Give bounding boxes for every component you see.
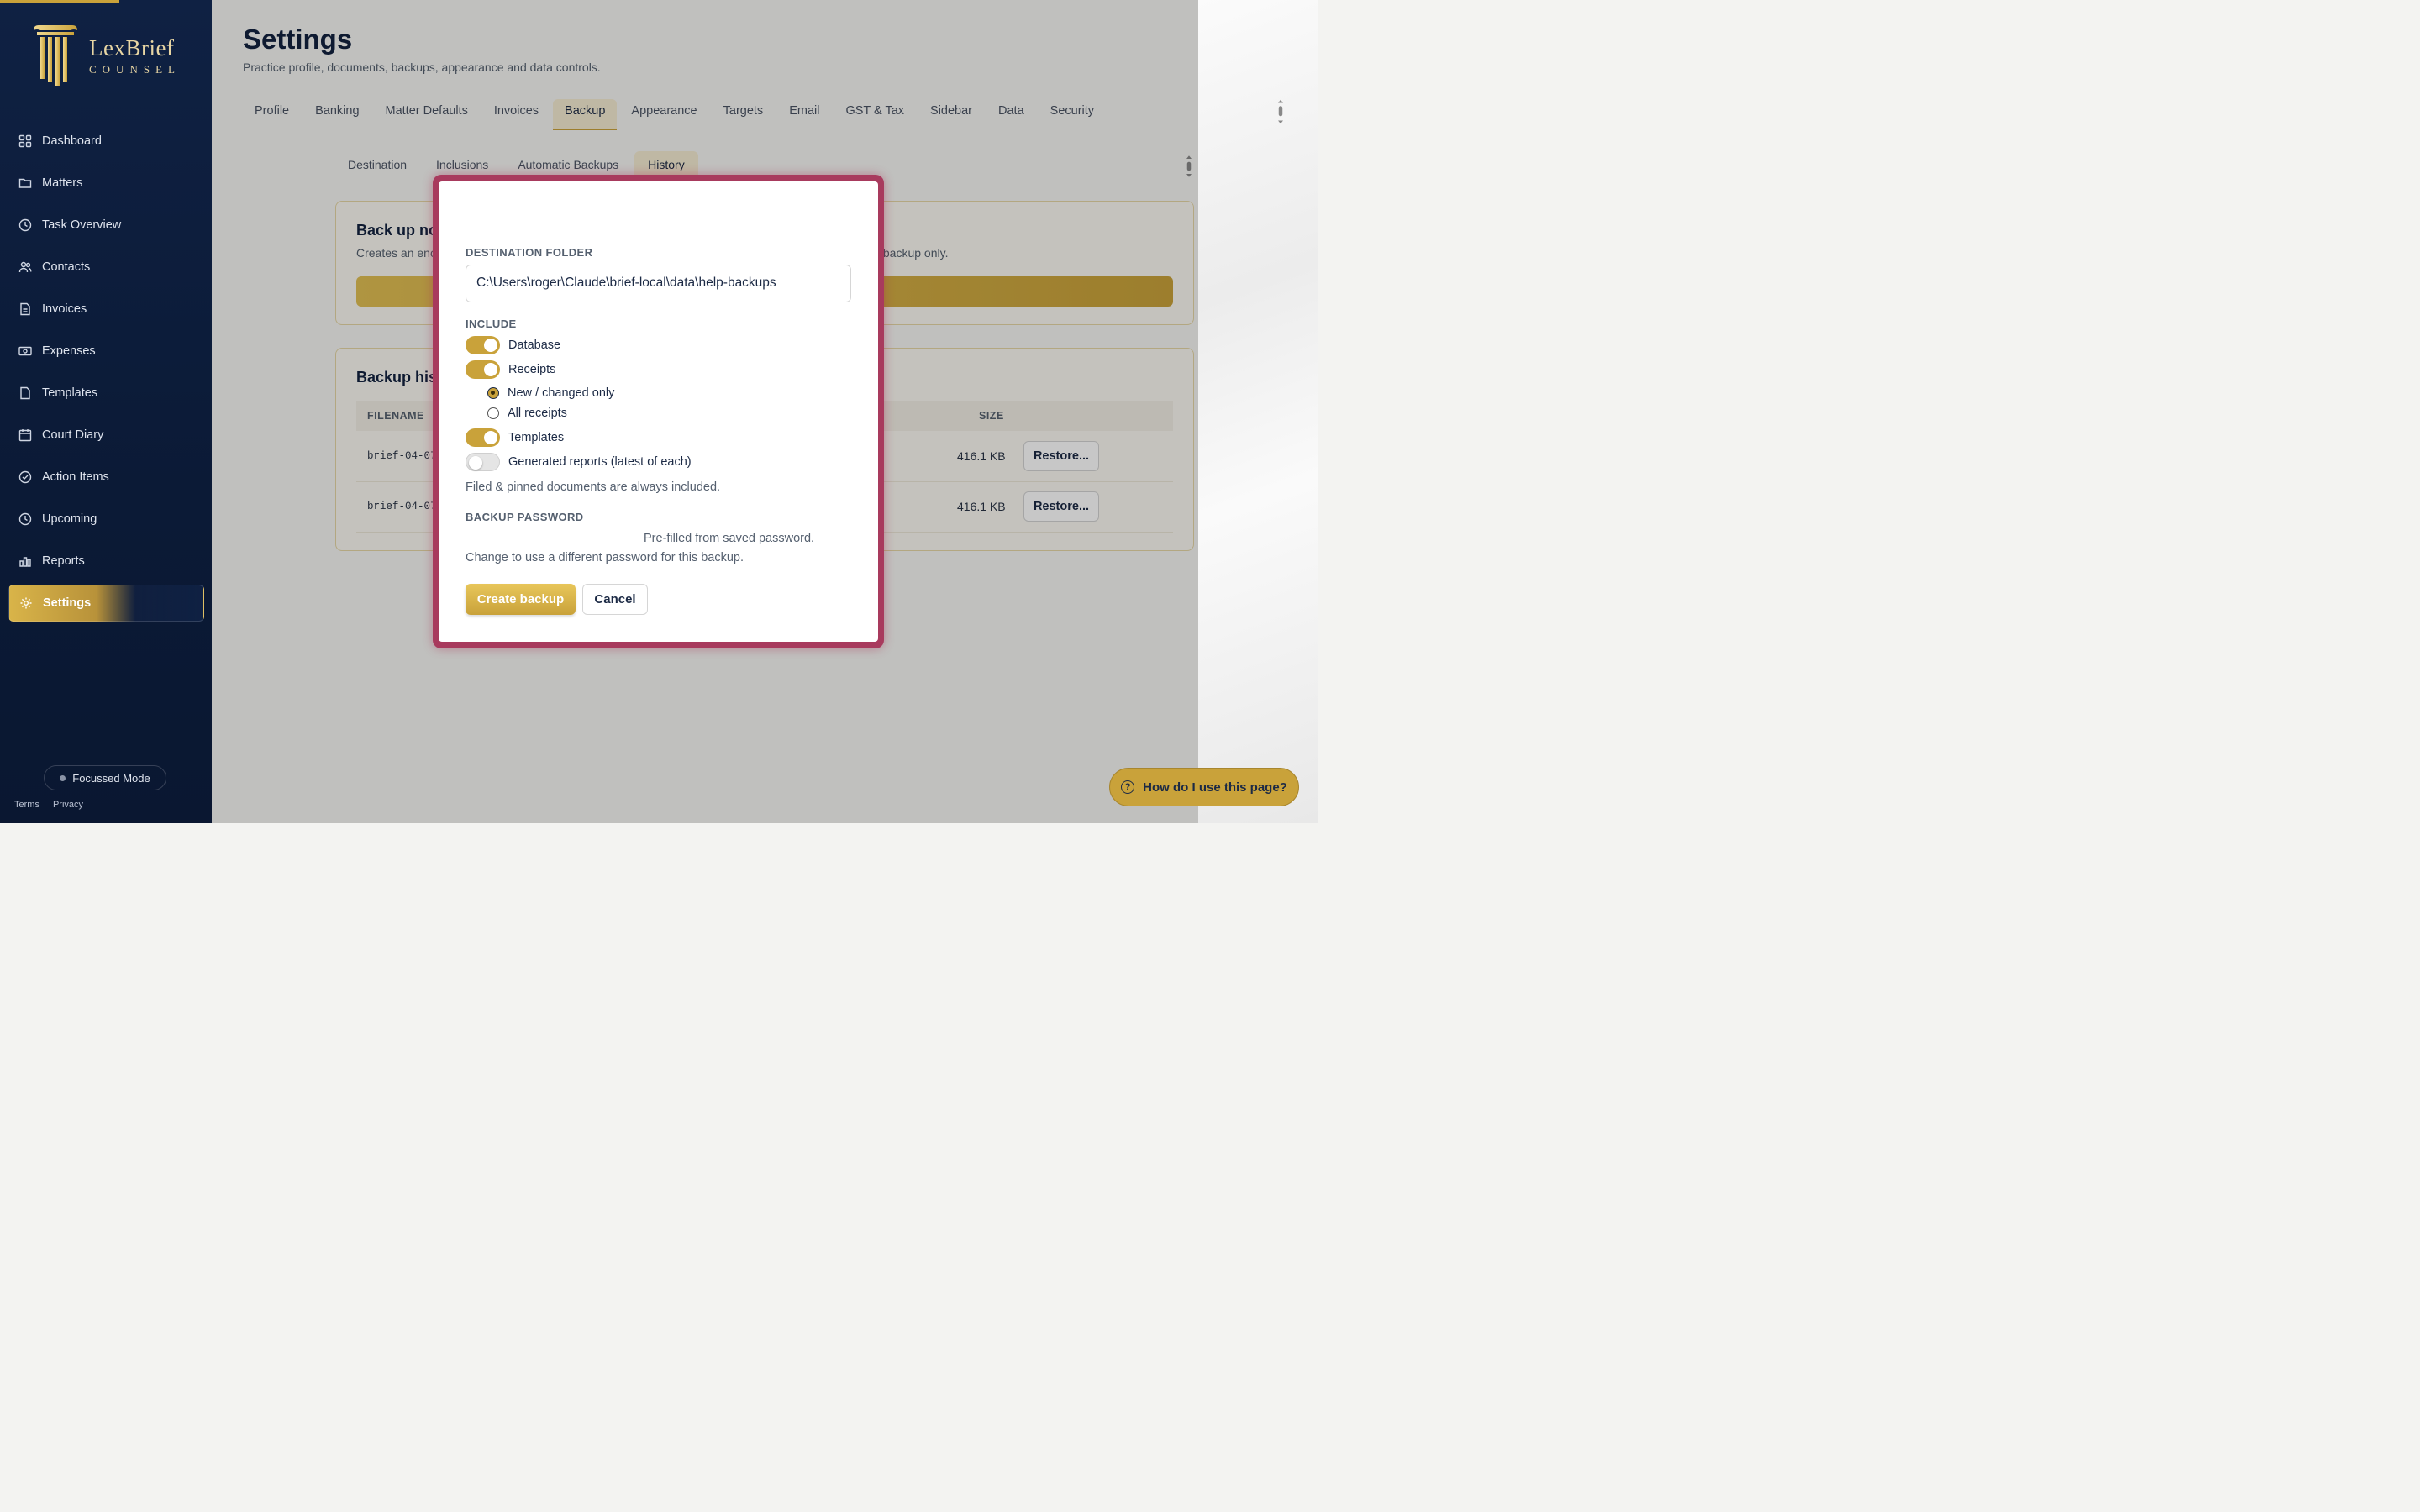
radio-label: New / changed only [508, 386, 615, 400]
pillar-logo-icon [34, 25, 77, 86]
backup-password-label: BACKUP PASSWORD [466, 511, 584, 523]
templates-label: Templates [508, 431, 565, 444]
help-button[interactable]: ? How do I use this page? [1109, 768, 1299, 806]
bar-chart-icon [19, 557, 31, 567]
destination-folder-label: DESTINATION FOLDER [466, 246, 593, 259]
sidebar-item-action-items[interactable]: Action Items [8, 459, 204, 496]
include-label: INCLUDE [466, 318, 517, 330]
sidebar-item-dashboard[interactable]: Dashboard [8, 123, 204, 160]
sidebar-item-task-overview[interactable]: Task Overview [8, 207, 204, 244]
check-circle-icon [18, 470, 32, 484]
radio-label: All receipts [508, 407, 567, 420]
sidebar-item-court-diary[interactable]: Court Diary [8, 417, 204, 454]
include-reports-row: Generated reports (latest of each) [466, 453, 692, 471]
people-icon [18, 261, 32, 273]
sidebar-item-label: Expenses [42, 344, 96, 358]
sidebar-item-invoices[interactable]: Invoices [8, 291, 204, 328]
calendar-icon [18, 429, 32, 442]
templates-toggle[interactable] [466, 428, 500, 447]
status-dot-icon [60, 774, 66, 781]
sidebar-item-label: Upcoming [42, 512, 97, 526]
receipts-all-option[interactable]: All receipts [487, 407, 567, 420]
include-receipts-row: Receipts [466, 360, 555, 379]
include-database-row: Database [466, 336, 560, 354]
sidebar-item-expenses[interactable]: Expenses [8, 333, 204, 370]
file-icon [20, 386, 30, 400]
receipts-new-changed-option[interactable]: New / changed only [487, 386, 614, 400]
document-icon [20, 302, 30, 316]
generated-reports-label: Generated reports (latest of each) [508, 455, 692, 469]
sidebar-item-label: Reports [42, 554, 85, 568]
sidebar-item-settings[interactable]: Settings [8, 585, 204, 622]
sidebar-top-accent [0, 0, 119, 3]
brand-name: LexBrief [89, 34, 175, 60]
sidebar-item-label: Templates [42, 386, 98, 400]
gear-icon [20, 597, 32, 609]
password-note: Change to use a different password for t… [466, 551, 744, 564]
clock-icon [18, 512, 32, 526]
sidebar-item-upcoming[interactable]: Upcoming [8, 501, 204, 538]
clock-icon [18, 218, 32, 232]
focus-mode-toggle[interactable]: Focussed Mode [44, 765, 166, 790]
sidebar-item-contacts[interactable]: Contacts [8, 249, 204, 286]
receipts-label: Receipts [508, 363, 556, 376]
cash-icon [18, 346, 32, 356]
sidebar-item-templates[interactable]: Templates [8, 375, 204, 412]
sidebar-item-label: Court Diary [42, 428, 104, 442]
radio-selected-icon[interactable] [487, 387, 499, 399]
radio-unselected-icon[interactable] [487, 407, 499, 419]
cancel-button[interactable]: Cancel [582, 584, 648, 615]
footer-links: Terms Privacy [14, 800, 83, 810]
focus-mode-label: Focussed Mode [72, 771, 150, 785]
password-hint: Pre-filled from saved password. [644, 532, 815, 545]
sidebar-item-label: Invoices [42, 302, 87, 316]
brand-logo[interactable]: LexBrief COUNSEL [32, 24, 181, 87]
sidebar-item-matters[interactable]: Matters [8, 165, 204, 202]
include-note: Filed & pinned documents are always incl… [466, 480, 721, 494]
tabs-scroll-handle-icon[interactable] [1278, 96, 1283, 128]
sidebar-item-label: Settings [43, 596, 92, 610]
include-templates-row: Templates [466, 428, 564, 447]
folder-icon [18, 178, 32, 188]
help-button-label: How do I use this page? [1143, 780, 1287, 795]
sidebar-item-label: Dashboard [42, 134, 102, 148]
question-icon: ? [1121, 780, 1135, 794]
database-toggle[interactable] [466, 336, 500, 354]
sidebar-item-label: Contacts [42, 260, 91, 274]
privacy-link[interactable]: Privacy [53, 800, 83, 810]
database-label: Database [508, 339, 561, 352]
create-backup-dialog: DESTINATION FOLDER C:\Users\roger\Claude… [439, 181, 878, 642]
sidebar-item-label: Matters [42, 176, 83, 190]
sidebar-item-label: Task Overview [42, 218, 122, 232]
sidebar-item-reports[interactable]: Reports [8, 543, 204, 580]
receipts-toggle[interactable] [466, 360, 500, 379]
generated-reports-toggle[interactable] [466, 453, 500, 471]
terms-link[interactable]: Terms [14, 800, 39, 810]
sidebar-nav: Dashboard Matters Task Overview Contacts… [8, 123, 204, 627]
sidebar-item-label: Action Items [42, 470, 109, 484]
sidebar: LexBrief COUNSEL Dashboard Matters Task … [0, 0, 212, 823]
destination-folder-input[interactable]: C:\Users\roger\Claude\brief-local\data\h… [466, 265, 851, 302]
create-backup-button[interactable]: Create backup [466, 584, 576, 615]
grid-icon [18, 134, 32, 148]
brand-tagline: COUNSEL [89, 62, 181, 76]
